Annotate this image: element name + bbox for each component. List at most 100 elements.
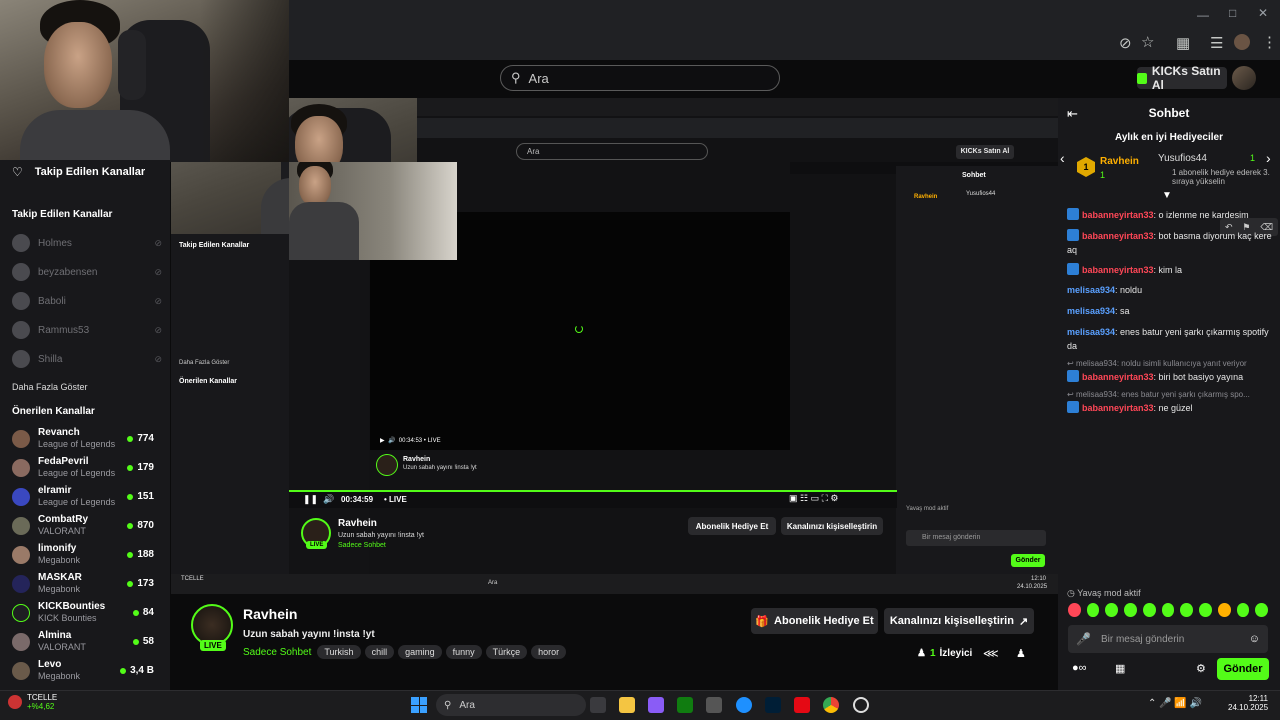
- bookmark-star-icon[interactable]: ☆: [1141, 33, 1154, 51]
- pause-icon[interactable]: ❚❚: [303, 494, 318, 505]
- gift-sub-label: Abonelik Hediye Et: [774, 615, 874, 627]
- photoshop-icon[interactable]: [765, 697, 781, 713]
- tag[interactable]: horor: [531, 645, 567, 659]
- store-icon[interactable]: ▦: [1115, 662, 1125, 675]
- volume-icon[interactable]: 🔊: [323, 494, 334, 505]
- nested-show-more[interactable]: Daha Fazla Göster: [179, 360, 229, 366]
- sidebar-item-offline[interactable]: beyzabensen ⊘: [12, 263, 162, 281]
- sidebar-item-channel[interactable]: MASKAR Megabonk 173: [12, 572, 162, 595]
- mid-gift-sub-button[interactable]: Abonelik Hediye Et: [688, 517, 776, 535]
- mid-channel-name[interactable]: Ravhein: [338, 518, 377, 529]
- emoji-icon[interactable]: ☺: [1249, 633, 1260, 645]
- sidebar-item-channel[interactable]: limonify Megabonk 188: [12, 543, 162, 566]
- tag[interactable]: chill: [364, 645, 395, 659]
- emote-icon: [1180, 603, 1194, 617]
- gifter-1-name[interactable]: Ravhein: [1100, 156, 1139, 167]
- mod-icon[interactable]: ♟: [1016, 647, 1026, 660]
- obs-icon[interactable]: [853, 697, 869, 713]
- sidebar-item-channel[interactable]: Levo Megabonk 3,4 B: [12, 659, 162, 682]
- nested-stream-title: Uzun sabah yayını !insta !yt: [403, 465, 477, 471]
- tag[interactable]: funny: [445, 645, 482, 659]
- offline-icon: ⊘: [154, 353, 162, 364]
- customize-label: Kanalınızı kişiselleştirin: [889, 615, 1014, 627]
- chevron-left-icon[interactable]: ‹: [1060, 150, 1065, 166]
- emote-bar[interactable]: [1068, 603, 1269, 619]
- loading-spinner-icon: [575, 325, 583, 333]
- nested-send-button[interactable]: Gönder: [1011, 554, 1045, 567]
- sidebar-item-offline[interactable]: Holmes ⊘: [12, 234, 162, 252]
- mid-customize-button[interactable]: Kanalınızı kişiselleştirin: [781, 517, 883, 535]
- tag[interactable]: Türkçe: [485, 645, 528, 659]
- sidebar-item-channel[interactable]: Almina VALORANT 58: [12, 630, 162, 653]
- nested-player-controls[interactable]: ▶ 🔊 00:34:53 • LIVE: [380, 437, 441, 444]
- chevron-right-icon[interactable]: ›: [1266, 150, 1271, 166]
- chrome-icon[interactable]: [823, 697, 839, 713]
- show-more-link[interactable]: Daha Fazla Göster: [12, 382, 88, 392]
- taskbar-search[interactable]: ⚲ Ara: [436, 694, 586, 716]
- copilot-icon[interactable]: [648, 697, 664, 713]
- nested-search-input[interactable]: Ara: [516, 143, 708, 160]
- user-avatar[interactable]: [1232, 66, 1256, 90]
- sidebar-item-channel[interactable]: elramir League of Legends 151: [12, 485, 162, 508]
- settings-icon[interactable]: ⚙: [1196, 662, 1206, 675]
- avatar: [12, 263, 30, 281]
- nested-channel-name[interactable]: Ravhein: [403, 456, 430, 463]
- webcam-overlay-3: [289, 162, 457, 260]
- kicks-buy-button[interactable]: KICKs Satın Al: [1137, 64, 1227, 92]
- expand-down-icon[interactable]: ▼: [1162, 190, 1172, 201]
- chat-input[interactable]: 🎤 Bir mesaj gönderin ☺: [1068, 625, 1268, 653]
- send-button[interactable]: Gönder: [1217, 658, 1269, 680]
- channel-name: elramir: [38, 485, 72, 496]
- sidebar-item-offline[interactable]: Rammus53 ⊘: [12, 321, 162, 339]
- edge-icon[interactable]: [736, 697, 752, 713]
- sidebar-item-channel[interactable]: FedaPevril League of Legends 179: [12, 456, 162, 479]
- avatar: [12, 516, 30, 535]
- sidebar-item-offline[interactable]: Shilla ⊘: [12, 350, 162, 368]
- store-app-icon[interactable]: [706, 697, 722, 713]
- search-input[interactable]: ⚲ Ara: [500, 65, 780, 91]
- more-menu-icon[interactable]: ⋮: [1262, 33, 1277, 51]
- close-icon[interactable]: ✕: [1258, 6, 1268, 20]
- gifter-2-name[interactable]: Yusufios44: [1158, 153, 1207, 164]
- mic-icon[interactable]: 🎤: [1076, 632, 1091, 646]
- customize-channel-button[interactable]: Kanalınızı kişiselleştirin ↗: [884, 608, 1034, 634]
- sidebar-item-channel[interactable]: CombatRy VALORANT 870: [12, 514, 162, 537]
- stock-widget[interactable]: TCELLE +%4,62: [8, 693, 57, 711]
- xbox-icon[interactable]: [677, 697, 693, 713]
- emote-icon: [1142, 603, 1156, 617]
- sidebar-item-channel[interactable]: Revanch League of Legends 774: [12, 427, 162, 450]
- sidebar-item-channel[interactable]: KICKBounties KICK Bounties 84: [12, 601, 162, 624]
- tag[interactable]: Turkish: [317, 645, 361, 659]
- video-control-bar[interactable]: ❚❚ 🔊 00:34:59 • LIVE ▣ ☷ ▭ ⛶ ⚙: [289, 490, 897, 508]
- channel-game: Megabonk: [38, 671, 81, 681]
- tag[interactable]: gaming: [398, 645, 442, 659]
- profile-icon[interactable]: [1234, 34, 1250, 50]
- minimize-icon[interactable]: —: [1197, 8, 1209, 22]
- nested-channel-avatar[interactable]: [376, 454, 398, 476]
- taskbar: TCELLE +%4,62 ⚲ Ara ⌃ 🎤 📶 🔊 12:11 24.10.202…: [0, 690, 1280, 720]
- nested-kicks-label: KICKs Satın Al: [960, 148, 1010, 155]
- clock[interactable]: 12:11 24.10.2025: [1228, 694, 1268, 712]
- netflix-icon[interactable]: [794, 697, 810, 713]
- share-icon[interactable]: ⋘: [983, 647, 999, 660]
- sidebar-item-offline[interactable]: Baboli ⊘: [12, 292, 162, 310]
- gift-sub-button[interactable]: 🎁 Abonelik Hediye Et: [751, 608, 878, 634]
- channel-name[interactable]: Ravhein: [243, 606, 297, 622]
- followed-heading: Takip Edilen Kanallar: [12, 209, 113, 220]
- chat-mode-label[interactable]: Sadece Sohbet: [243, 647, 311, 658]
- nested-kicks-button[interactable]: KICKs Satın Al: [956, 145, 1014, 159]
- media-control-icon[interactable]: ☰: [1210, 34, 1223, 52]
- player-settings-icons[interactable]: ▣ ☷ ▭ ⛶ ⚙: [789, 493, 838, 504]
- windows-start-icon[interactable]: [411, 697, 427, 713]
- avatar: [12, 429, 30, 448]
- points-icon[interactable]: ●∞: [1072, 662, 1087, 674]
- file-explorer-icon[interactable]: [619, 697, 635, 713]
- viewer-count-display: ♟ 1 İzleyici: [917, 648, 972, 659]
- extensions-icon[interactable]: ▦: [1176, 34, 1190, 52]
- tray-icons[interactable]: ⌃ 🎤 📶 🔊: [1148, 698, 1202, 709]
- eye-off-icon[interactable]: ⊘: [1119, 34, 1132, 52]
- offline-icon: ⊘: [154, 237, 162, 248]
- nested-chat-input[interactable]: Bir mesaj gönderin: [906, 530, 1046, 546]
- maximize-icon[interactable]: □: [1229, 6, 1236, 20]
- task-view-icon[interactable]: [590, 697, 606, 713]
